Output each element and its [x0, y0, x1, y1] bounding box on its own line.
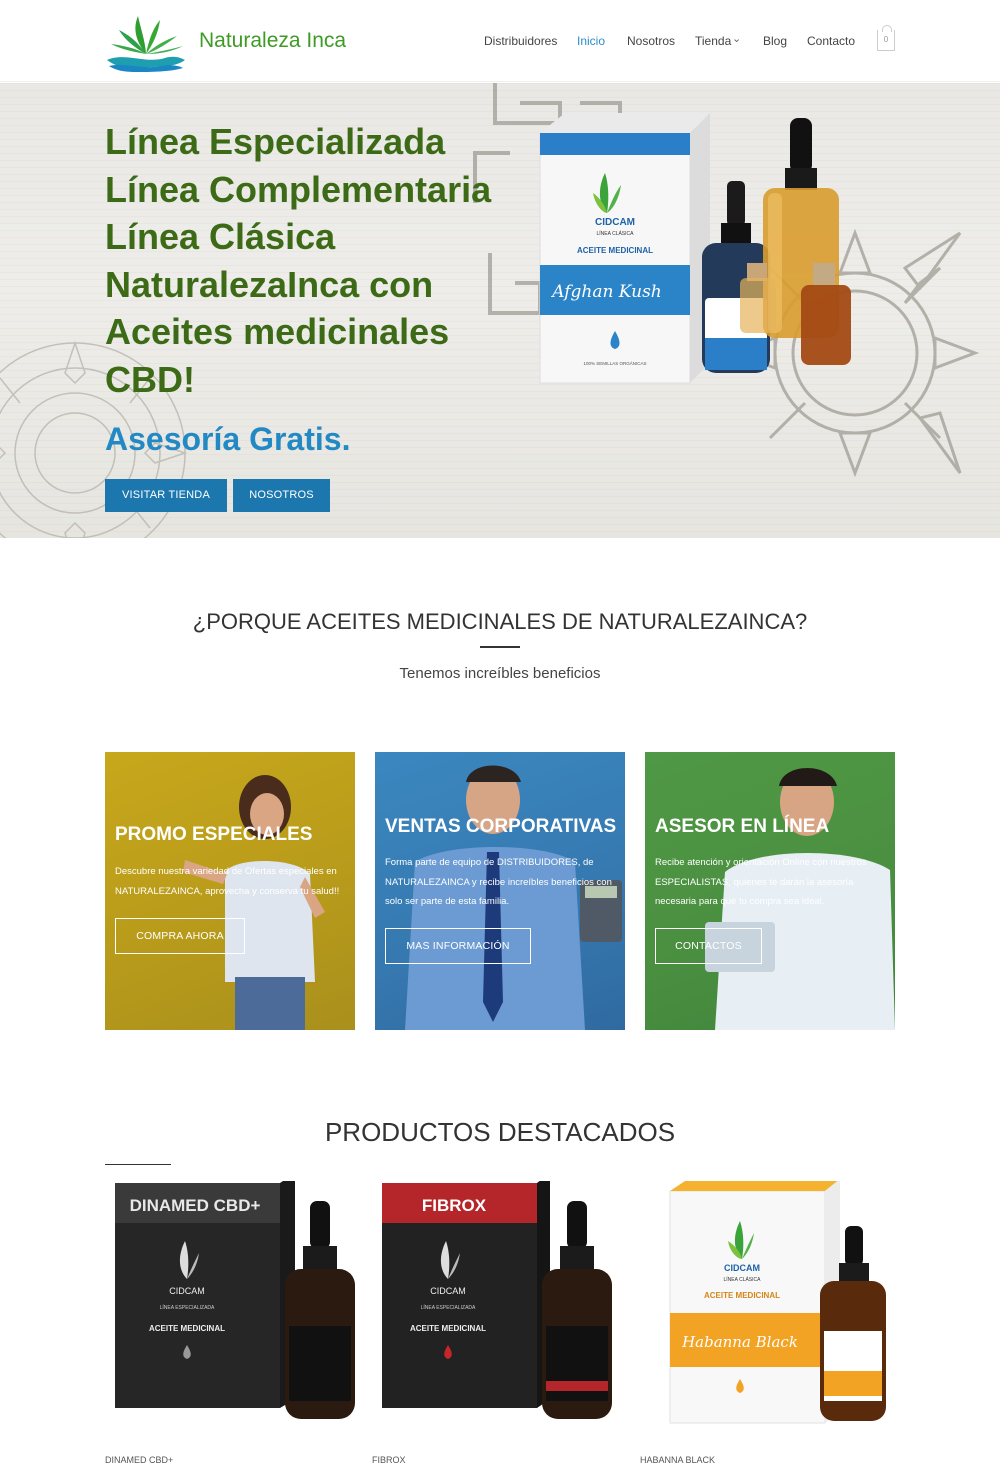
- visit-store-button[interactable]: VISITAR TIENDA: [105, 479, 227, 512]
- product-box-brand: CIDCAM: [724, 1263, 760, 1273]
- product-image[interactable]: FIBROX CIDCAM LÍNEA ESPECIALIZADA ACEITE…: [372, 1173, 622, 1451]
- box-product: ACEITE MEDICINAL: [577, 246, 653, 255]
- hero-line-3: Línea Clásica: [105, 216, 336, 257]
- nav-inicio[interactable]: Inicio: [577, 34, 605, 48]
- nav-nosotros[interactable]: Nosotros: [627, 34, 675, 48]
- product-box-line: LÍNEA ESPECIALIZADA: [160, 1304, 215, 1311]
- nav-tienda[interactable]: Tienda: [695, 34, 731, 48]
- card-text: Forma parte de equipo de DISTRIBUIDORES,…: [385, 857, 612, 907]
- nav-contacto[interactable]: Contacto: [807, 34, 855, 48]
- naturaleza-inca-logo[interactable]: [105, 10, 187, 72]
- product-name[interactable]: FIBROX: [372, 1455, 406, 1463]
- box-strain: Afghan Kush: [550, 282, 662, 302]
- hero-line-6: CBD!: [105, 358, 195, 400]
- product-box-brand: CIDCAM: [430, 1286, 466, 1296]
- nav-distribuidores[interactable]: Distribuidores: [484, 34, 557, 48]
- product-box-line: LÍNEA ESPECIALIZADA: [421, 1304, 476, 1311]
- hero-line-2: Línea Complementaria: [105, 168, 492, 210]
- hero-subheadline: Asesoría Gratis.: [105, 421, 351, 457]
- online-advisor-card: ASESOR EN LÍNEA Recibe atención y orient…: [645, 752, 895, 1030]
- product-box-name: FIBROX: [422, 1196, 487, 1215]
- product-box-type: ACEITE MEDICINAL: [149, 1324, 225, 1333]
- nav-blog[interactable]: Blog: [763, 34, 787, 48]
- hero-banner: CIDCAM LÍNEA CLÁSICA ACEITE MEDICINAL Af…: [0, 83, 1000, 538]
- product-box-type: ACEITE MEDICINAL: [410, 1324, 486, 1333]
- cart-icon[interactable]: 0: [877, 25, 895, 51]
- featured-products-title: PRODUCTOS DESTACADOS: [324, 1117, 676, 1147]
- promo-card: PROMO ESPECIALES Descubre nuestra varied…: [105, 752, 355, 1030]
- product-card[interactable]: FIBROX CIDCAM LÍNEA ESPECIALIZADA ACEITE…: [372, 1173, 622, 1451]
- site-title[interactable]: Naturaleza Inca: [199, 29, 346, 53]
- title-divider: [480, 646, 520, 648]
- product-name[interactable]: DINAMED CBD+: [105, 1455, 173, 1463]
- product-box-brand: CIDCAM: [169, 1286, 205, 1296]
- card-title: VENTAS CORPORATIVAS: [385, 816, 617, 837]
- hero-line-5: Aceites medicinales: [105, 311, 450, 352]
- benefits-subtitle: Tenemos increíbles beneficios: [399, 665, 601, 682]
- box-foot: 100% SEMILLAS ORGÁNICAS: [583, 360, 646, 366]
- hero-headline: Línea Especializada Línea Complementaria…: [105, 118, 535, 403]
- corporate-sales-card: VENTAS CORPORATIVAS Forma parte de equip…: [375, 752, 625, 1030]
- box-brand: CIDCAM: [595, 217, 635, 228]
- product-box-name: DINAMED CBD+: [130, 1196, 261, 1215]
- card-text: Recibe atención y orientación Online con…: [655, 857, 867, 907]
- product-box-line: LÍNEA CLÁSICA: [724, 1276, 762, 1283]
- product-card[interactable]: CIDCAM LÍNEA CLÁSICA ACEITE MEDICINAL Ha…: [640, 1179, 890, 1451]
- buy-now-button[interactable]: COMPRA AHORA: [115, 918, 245, 954]
- product-name[interactable]: HABANNA BLACK: [640, 1455, 715, 1463]
- product-card[interactable]: DINAMED CBD+ CIDCAM LÍNEA ESPECIALIZADA …: [105, 1173, 355, 1451]
- product-image[interactable]: CIDCAM LÍNEA CLÁSICA ACEITE MEDICINAL Ha…: [640, 1179, 890, 1451]
- card-text: Descubre nuestra variedad de Ofertas esp…: [115, 866, 340, 897]
- contacts-button[interactable]: CONTACTOS: [655, 928, 762, 964]
- product-box-type: ACEITE MEDICINAL: [704, 1291, 780, 1300]
- chevron-down-icon[interactable]: ⌄: [732, 32, 741, 45]
- site-header: Naturaleza Inca Distribuidores Inicio No…: [0, 0, 1000, 82]
- more-info-button[interactable]: MAS INFORMACIÓN: [385, 928, 531, 964]
- card-title: ASESOR EN LÍNEA: [655, 816, 830, 837]
- hero-line-4: NaturalezaInca con: [105, 263, 434, 305]
- product-box-name: Habanna Black: [681, 1333, 798, 1351]
- hero-product-image: CIDCAM LÍNEA CLÁSICA ACEITE MEDICINAL Af…: [539, 113, 851, 384]
- product-image[interactable]: DINAMED CBD+ CIDCAM LÍNEA ESPECIALIZADA …: [105, 1173, 355, 1451]
- about-us-button[interactable]: NOSOTROS: [233, 479, 330, 512]
- products-divider: [105, 1164, 171, 1165]
- benefits-title: ¿PORQUE ACEITES MEDICINALES DE NATURALEZ…: [192, 609, 808, 634]
- hero-line-1: Línea Especializada: [105, 121, 446, 162]
- cart-count: 0: [883, 35, 889, 44]
- card-title: PROMO ESPECIALES: [115, 824, 313, 845]
- box-line: LÍNEA CLÁSICA: [597, 230, 635, 237]
